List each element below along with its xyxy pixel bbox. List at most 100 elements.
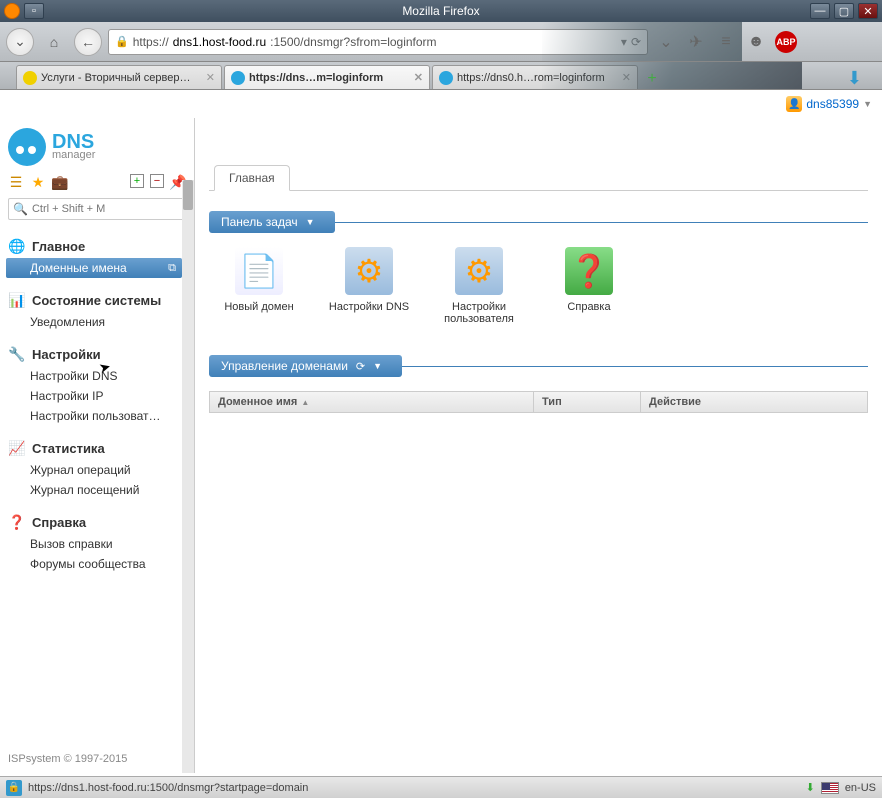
nav-item-label: Настройки пользоват… <box>30 409 161 423</box>
status-lang: en-US <box>845 782 876 794</box>
chevron-down-icon: ▼ <box>306 217 315 227</box>
sidebar-scrollbar[interactable] <box>182 180 194 773</box>
list-icon[interactable]: ☰ <box>8 174 24 190</box>
user-menu[interactable]: 👤 dns85399 ▼ <box>786 96 872 112</box>
tab-label: https://dns0.h…rom=loginform <box>457 72 605 84</box>
download-indicator-icon[interactable]: ⬇ <box>847 68 862 89</box>
panel-tasks-label[interactable]: Панель задач ▼ <box>209 211 335 233</box>
nav-item-1-0[interactable]: Уведомления <box>0 312 194 332</box>
nav-head-4[interactable]: ❓ Справка <box>0 510 194 534</box>
favicon-icon <box>439 71 453 85</box>
task-label: Настройки пользователя <box>429 301 529 325</box>
user-icon: 👤 <box>786 96 802 112</box>
section-icon: 🔧 <box>8 345 26 363</box>
window-maximize-button[interactable]: ▢ <box>834 3 854 19</box>
refresh-icon[interactable]: ⟳ <box>356 360 365 373</box>
task-icon-0[interactable]: 📄 Новый домен <box>209 247 309 325</box>
window-close-button[interactable]: ✕ <box>858 3 878 19</box>
window-minimize-button[interactable]: — <box>810 3 830 19</box>
dropdown-icon[interactable]: ▾ <box>621 35 627 49</box>
nav-head-2[interactable]: 🔧 Настройки <box>0 342 194 366</box>
task-icons-row: 📄 Новый домен⚙ Настройки DNS⚙ Настройки … <box>209 247 868 325</box>
col-action[interactable]: Действие <box>641 392 867 412</box>
tab-1[interactable]: https://dns…m=loginform ✕ <box>224 65 430 89</box>
panel-domains-label[interactable]: Управление доменами ⟳ ▼ <box>209 355 402 377</box>
section-title: Справка <box>32 515 86 530</box>
status-bar: 🔒 https://dns1.host-food.ru:1500/dnsmgr?… <box>0 776 882 798</box>
reload-icon[interactable]: ⟳ <box>631 35 641 49</box>
nav-item-label: Настройки DNS <box>30 369 118 383</box>
section-icon: 🌐 <box>8 237 26 255</box>
nav-item-label: Форумы сообщества <box>30 557 146 571</box>
sidebar: DNS manager ☰ ★ 💼 + − 📌 🔍 <box>0 118 195 773</box>
sidebar-search[interactable]: 🔍 <box>8 198 186 220</box>
status-lock-icon: 🔒 <box>6 780 22 796</box>
flag-us-icon <box>821 782 839 794</box>
pocket-icon[interactable]: ⌄ <box>654 30 678 54</box>
back-button[interactable]: ← <box>74 28 102 56</box>
app-topbar: 👤 dns85399 ▼ <box>0 90 882 118</box>
external-icon: ⧉ <box>168 262 176 275</box>
logo-text-2: manager <box>52 151 95 161</box>
nav-item-2-0[interactable]: Настройки DNS <box>0 366 194 386</box>
nav-item-3-0[interactable]: Журнал операций <box>0 460 194 480</box>
nav-item-2-2[interactable]: Настройки пользоват… <box>0 406 194 426</box>
history-dropdown-button[interactable]: ⌄ <box>6 28 34 56</box>
col-type[interactable]: Тип <box>534 392 641 412</box>
task-label: Справка <box>539 301 639 313</box>
send-icon[interactable]: ✈ <box>684 30 708 54</box>
nav-item-4-1[interactable]: Форумы сообщества <box>0 554 194 574</box>
nav-item-2-1[interactable]: Настройки IP <box>0 386 194 406</box>
new-tab-button[interactable]: + <box>640 69 664 89</box>
panel-tasks-header: Панель задач ▼ <box>209 211 868 233</box>
url-prefix: https:// <box>133 35 169 49</box>
task-glyph-icon: 📄 <box>235 247 283 295</box>
main-tab-home[interactable]: Главная <box>214 165 290 191</box>
close-icon[interactable]: ✕ <box>622 71 631 84</box>
abp-icon[interactable]: ABP <box>774 30 798 54</box>
task-label: Новый домен <box>209 301 309 313</box>
lock-icon: 🔒 <box>115 35 129 48</box>
nav-item-0-0[interactable]: Доменные имена⧉ <box>6 258 182 278</box>
section-title: Настройки <box>32 347 101 362</box>
chevron-down-icon: ▼ <box>373 361 382 371</box>
task-icon-2[interactable]: ⚙ Настройки пользователя <box>429 247 529 325</box>
search-input[interactable] <box>32 203 181 215</box>
search-icon: 🔍 <box>13 202 28 216</box>
menu-icon[interactable]: ≡ <box>714 30 738 54</box>
nav-item-label: Журнал посещений <box>30 483 139 497</box>
briefcase-icon[interactable]: 💼 <box>52 174 68 190</box>
nav-head-0[interactable]: 🌐 Главное <box>0 234 194 258</box>
home-button[interactable]: ⌂ <box>40 28 68 56</box>
plus-icon[interactable]: + <box>130 174 144 188</box>
url-host: dns1.host-food.ru <box>173 35 266 49</box>
sort-asc-icon: ▲ <box>301 398 309 407</box>
task-glyph-icon: ⚙ <box>345 247 393 295</box>
star-icon[interactable]: ★ <box>30 174 46 190</box>
window-stick-button[interactable]: ▫ <box>24 3 44 19</box>
nav-head-1[interactable]: 📊 Состояние системы <box>0 288 194 312</box>
section-title: Статистика <box>32 441 105 456</box>
tab-0[interactable]: Услуги - Вторичный сервер… ✕ <box>16 65 222 89</box>
col-domain-name[interactable]: Доменное имя▲ <box>210 392 534 412</box>
close-icon[interactable]: ✕ <box>206 71 215 84</box>
nav-item-label: Уведомления <box>30 315 105 329</box>
url-bar[interactable]: 🔒 https://dns1.host-food.ru:1500/dnsmgr?… <box>108 29 648 55</box>
nav-item-3-1[interactable]: Журнал посещений <box>0 480 194 500</box>
smile-icon[interactable]: ☻ <box>744 30 768 54</box>
nav-head-3[interactable]: 📈 Статистика <box>0 436 194 460</box>
download-status-icon[interactable]: ⬇ <box>806 781 815 794</box>
task-icon-3[interactable]: ❓ Справка <box>539 247 639 325</box>
section-icon: ❓ <box>8 513 26 531</box>
tab-2[interactable]: https://dns0.h…rom=loginform ✕ <box>432 65 638 89</box>
main-panel: Главная Панель задач ▼ 📄 Новый домен⚙ На… <box>195 118 882 773</box>
close-icon[interactable]: ✕ <box>414 71 423 84</box>
task-icon-1[interactable]: ⚙ Настройки DNS <box>319 247 419 325</box>
nav-item-4-0[interactable]: Вызов справки <box>0 534 194 554</box>
sidebar-toolbar: ☰ ★ 💼 + − 📌 <box>0 170 194 194</box>
minus-icon[interactable]: − <box>150 174 164 188</box>
window-title: Mozilla Firefox <box>402 4 479 18</box>
section-icon: 📈 <box>8 439 26 457</box>
tab-label: Услуги - Вторичный сервер… <box>41 72 190 84</box>
nav-item-label: Журнал операций <box>30 463 131 477</box>
